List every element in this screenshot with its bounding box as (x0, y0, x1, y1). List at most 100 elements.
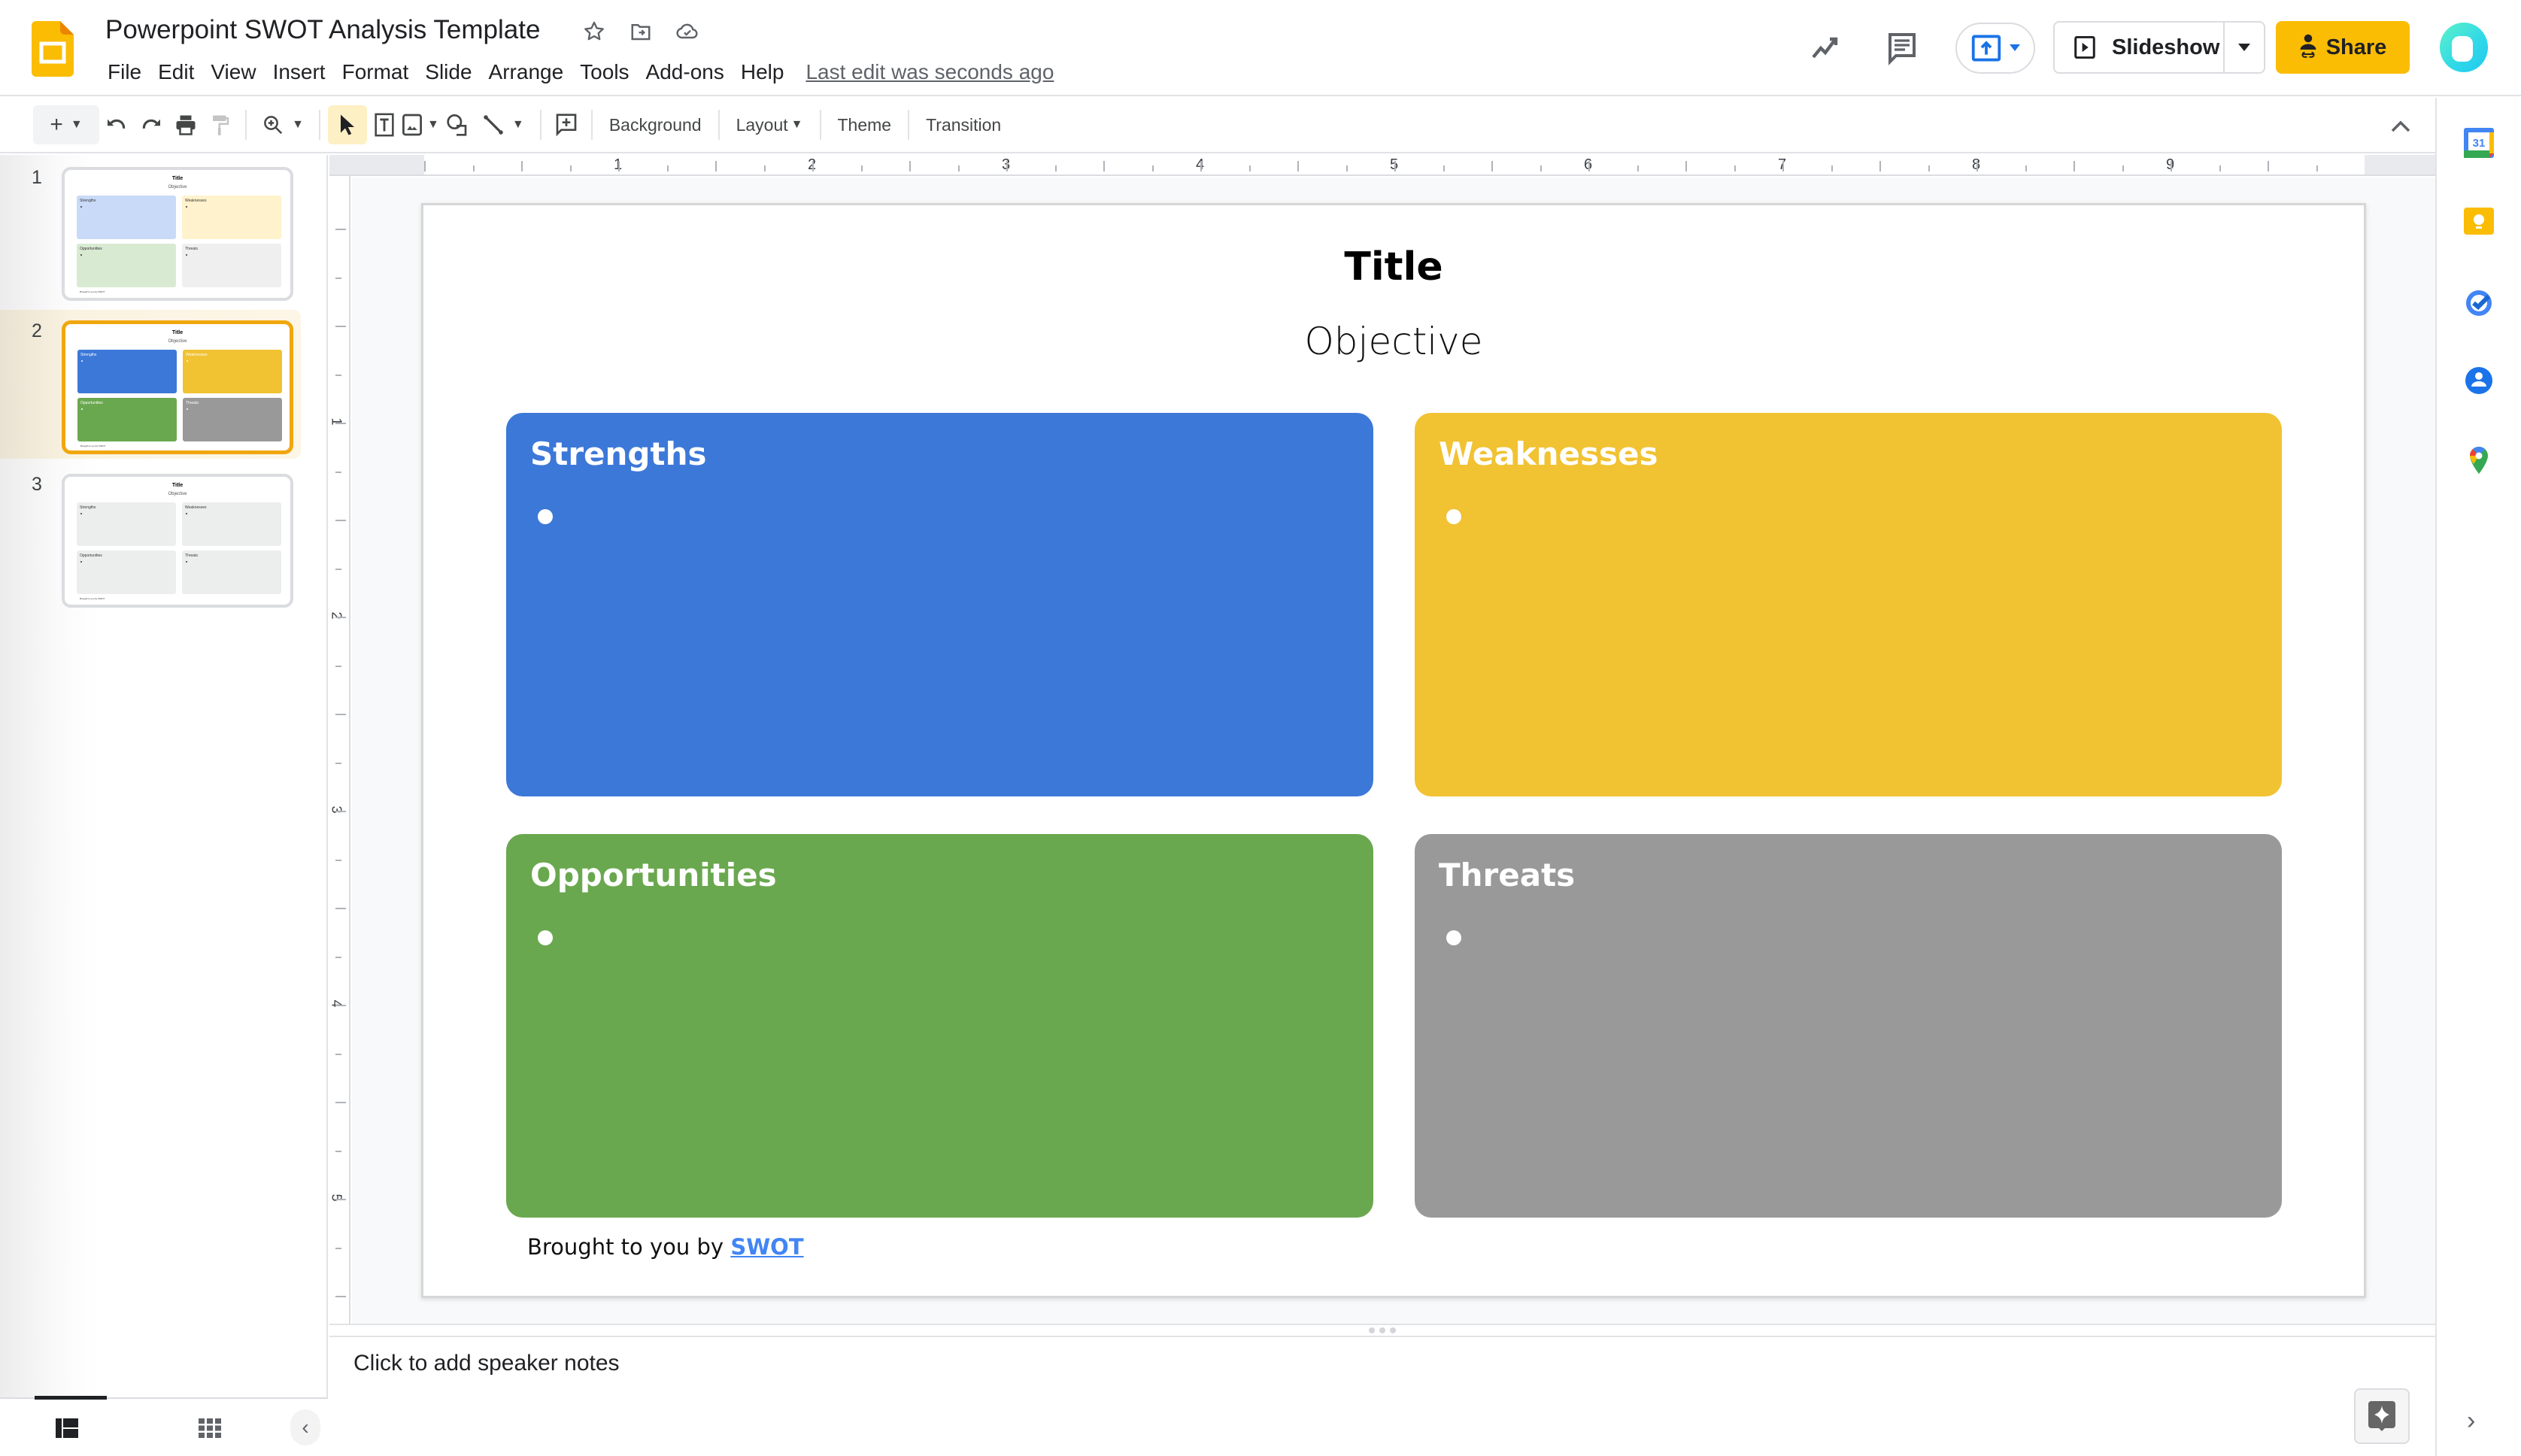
notes-resize-handle[interactable] (329, 1324, 2435, 1337)
activity-dashboard-icon[interactable] (1809, 30, 1845, 66)
thumb-label: Opportunities (80, 247, 102, 251)
move-to-folder-icon[interactable] (627, 18, 654, 45)
menu-help[interactable]: Help (733, 59, 793, 86)
contacts-icon[interactable] (2464, 366, 2494, 396)
threats-box[interactable]: Threats (1415, 834, 2282, 1218)
thumb-strengths: Strengths (77, 502, 176, 546)
collapse-filmstrip-button[interactable]: ‹ (290, 1409, 320, 1445)
ruler-tick (1734, 165, 1736, 171)
ruler-tick (1345, 165, 1348, 171)
slide-objective[interactable]: Objective (423, 320, 2364, 363)
menu-arrange[interactable]: Arrange (481, 59, 572, 86)
ruler-tick (472, 165, 475, 171)
print-button[interactable] (168, 105, 203, 144)
ruler-tick (335, 714, 346, 715)
tasks-icon[interactable] (2464, 287, 2494, 317)
ruler-tick (909, 161, 911, 171)
grid-view-icon[interactable] (199, 1418, 221, 1438)
hide-menus-button[interactable] (2386, 113, 2416, 140)
thumb-label: Opportunities (80, 554, 102, 558)
ruler-tick (335, 568, 341, 570)
filmstrip-footer: ‹ (0, 1396, 328, 1456)
slide-editor[interactable]: Title Objective Strengths Weaknesses Opp… (421, 203, 2366, 1298)
thumb-weaknesses: Weaknesses (182, 502, 281, 546)
background-button[interactable]: Background (600, 115, 711, 135)
menu-file[interactable]: File (99, 59, 150, 86)
present-to-meeting-button[interactable] (1955, 23, 2035, 74)
ruler-tick (2316, 165, 2318, 171)
slide-thumbnail[interactable]: Title Objective Strengths Weaknesses Opp… (62, 167, 293, 301)
weaknesses-box[interactable]: Weaknesses (1415, 413, 2282, 796)
ruler-tick (521, 161, 523, 171)
undo-button[interactable] (99, 105, 134, 144)
new-slide-button[interactable]: + ▼ (33, 105, 99, 144)
last-edit-link[interactable]: Last edit was seconds ago (805, 60, 1054, 84)
layout-button[interactable]: Layout ▼ (727, 115, 812, 135)
speaker-notes-placeholder[interactable]: Click to add speaker notes (353, 1351, 620, 1376)
menu-slide[interactable]: Slide (417, 59, 480, 86)
print-icon (176, 115, 196, 135)
slide-thumbnail[interactable]: Title Objective Strengths Weaknesses Opp… (62, 474, 293, 608)
ruler-tick (335, 1199, 346, 1200)
swot-link[interactable]: SWOT (730, 1234, 803, 1260)
thumb-objective: Objective (168, 492, 187, 496)
slideshow-options-dropdown[interactable] (2225, 23, 2264, 72)
cloud-saved-icon[interactable] (674, 18, 701, 45)
slide-title[interactable]: Title (423, 244, 2364, 290)
text-box-button[interactable] (367, 105, 402, 144)
ruler-tick (715, 161, 717, 171)
strengths-box[interactable]: Strengths (506, 413, 1373, 796)
zoom-button[interactable]: ▼ (254, 105, 311, 144)
thumb-opportunities: Opportunities (77, 398, 177, 441)
bullet-point (538, 930, 553, 945)
slides-logo-icon[interactable] (32, 21, 74, 77)
chevron-down-icon: ▼ (427, 118, 439, 131)
menu-insert[interactable]: Insert (265, 59, 334, 86)
comments-icon[interactable] (1884, 30, 1920, 66)
ruler-tick (1394, 161, 1396, 171)
menu-edit[interactable]: Edit (150, 59, 202, 86)
ruler-tick (335, 762, 341, 764)
menu-format[interactable]: Format (334, 59, 417, 86)
maps-icon[interactable] (2464, 445, 2494, 475)
theme-button[interactable]: Theme (829, 115, 901, 135)
calendar-icon[interactable]: 31 (2464, 128, 2494, 158)
account-avatar[interactable] (2440, 23, 2488, 72)
document-title[interactable]: Powerpoint SWOT Analysis Template (105, 15, 540, 45)
expand-side-panel-icon[interactable]: › (2467, 1406, 2475, 1436)
select-tool-button[interactable] (328, 105, 367, 144)
thumb-footer: Brought to you by SWOT (80, 597, 105, 600)
slideshow-button-group: Slideshow (2053, 21, 2265, 74)
menu-add-ons[interactable]: Add-ons (638, 59, 733, 86)
line-button[interactable]: ▼ (474, 105, 532, 144)
redo-button[interactable] (134, 105, 168, 144)
ruler-tick (2074, 161, 2075, 171)
filmstrip-view-icon[interactable] (56, 1418, 78, 1438)
star-icon[interactable] (581, 18, 608, 45)
explore-button[interactable] (2354, 1388, 2410, 1444)
drag-dot (1390, 1327, 1396, 1333)
add-comment-button[interactable] (549, 105, 584, 144)
transition-button[interactable]: Transition (917, 115, 1010, 135)
menu-view[interactable]: View (202, 59, 264, 86)
insert-image-button[interactable]: ▼ (402, 105, 439, 144)
filmstrip-slide-3[interactable]: 3 Title Objective Strengths Weaknesses O… (0, 463, 301, 612)
filmstrip-slide-1[interactable]: 1 Title Objective Strengths Weaknesses O… (0, 156, 301, 305)
thumb-footer: Brought to you by SWOT (80, 290, 105, 293)
slideshow-button[interactable]: Slideshow (2055, 23, 2225, 72)
thumb-title: Title (171, 483, 184, 488)
shape-button[interactable] (439, 105, 474, 144)
opportunities-box[interactable]: Opportunities (506, 834, 1373, 1218)
menu-bar: File Edit View Insert Format Slide Arran… (99, 59, 1054, 86)
filmstrip-slide-2[interactable]: 2 Title Objective Strengths Weaknesses O… (0, 310, 301, 459)
share-button[interactable]: Share (2276, 21, 2410, 74)
thumb-label: Strengths (80, 505, 96, 510)
ruler-tick (763, 165, 766, 171)
speaker-notes[interactable]: Click to add speaker notes (329, 1337, 2435, 1456)
paint-format-button[interactable] (203, 105, 238, 144)
slide-thumbnail[interactable]: Title Objective Strengths Weaknesses Opp… (62, 320, 293, 454)
menu-tools[interactable]: Tools (572, 59, 637, 86)
share-person-icon (2300, 34, 2316, 58)
slide-number: 2 (32, 320, 42, 341)
keep-icon[interactable] (2464, 208, 2494, 238)
